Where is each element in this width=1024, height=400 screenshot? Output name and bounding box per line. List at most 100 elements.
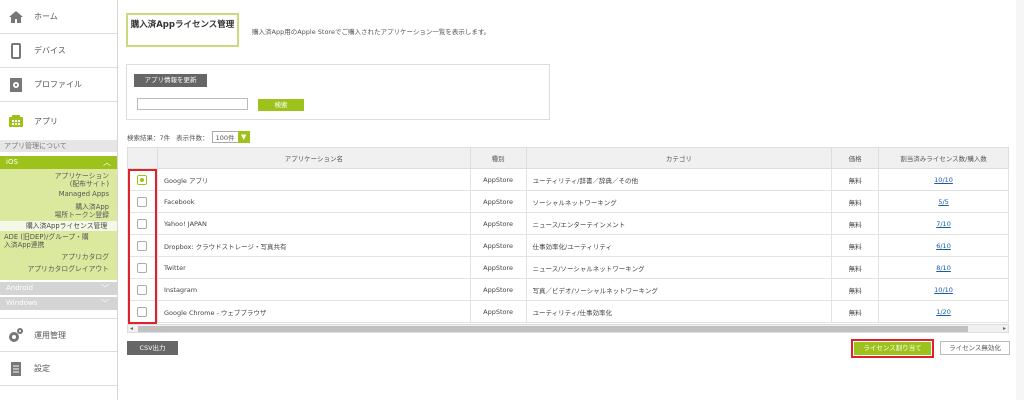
disable-license-button[interactable]: ライセンス無効化 <box>940 341 1010 355</box>
cell-category: ソーシャルネットワーキング <box>525 190 833 213</box>
license-count-link[interactable]: 1/20 <box>936 308 951 316</box>
result-count: 検索結果：7件 <box>127 134 171 142</box>
cell-licenses: 10/10 <box>878 278 1009 301</box>
cell-price: 無料 <box>831 212 880 235</box>
nav-operation-label: 運用管理 <box>34 330 66 340</box>
cell-type: AppStore <box>469 212 527 235</box>
assign-license-button[interactable]: ライセンス割り当て <box>854 342 931 355</box>
cell-app-name: Google Chrome - ウェブブラウザ <box>156 300 471 323</box>
cell-price: 無料 <box>831 168 880 191</box>
cell-licenses: 1/20 <box>878 300 1009 323</box>
per-page-label: 表示件数： <box>176 134 209 142</box>
nav-settings-label: 設定 <box>34 364 50 373</box>
cell-licenses: 10/10 <box>878 168 1009 191</box>
cell-type: AppStore <box>469 234 527 257</box>
sidebar: ホーム デバイス プロファイル アプリ アプリ管理について iOS ︿ アプリケ… <box>0 0 118 400</box>
table-row[interactable]: Yahoo! JAPAN AppStore ニュース/エンターテインメント 無料 7/1… <box>127 212 1009 235</box>
cell-category: 仕事効率化/ユーティリティ <box>525 234 833 257</box>
cell-app-name: Google アプリ <box>156 168 471 191</box>
nav-settings[interactable]: 設定 <box>0 352 117 386</box>
app-grid-icon <box>8 113 24 129</box>
page-description: 購入済App用のApple Storeでご購入されたアプリケーション一覧を表示し… <box>252 28 491 36</box>
header-type[interactable]: 種別 <box>469 147 527 169</box>
header-licenses[interactable]: 割当済みライセンス数/購入数 <box>878 147 1009 169</box>
dropdown-arrow-icon: ▼ <box>237 131 250 143</box>
table-row[interactable]: Google アプリ AppStore ユーティリティ/辞書／辞典／その他 無料 10/… <box>127 168 1009 191</box>
header-price[interactable]: 価格 <box>831 147 880 169</box>
home-icon <box>8 9 24 25</box>
cell-category: ユーティリティ/仕事効率化 <box>525 300 833 323</box>
header-checkbox-col <box>127 147 158 169</box>
windows-section-header[interactable]: Windows ﹀ <box>0 297 117 310</box>
nav-profile[interactable]: プロファイル <box>0 68 117 102</box>
table-row[interactable]: Dropbox: クラウドストレージ・写真共有 AppStore 仕事効率化/ユーテ… <box>127 234 1009 257</box>
submenu-applications[interactable]: アプリケーション (配布サイト) <box>0 171 117 189</box>
submenu-catalog-layout[interactable]: アプリカタログレイアウト <box>0 262 117 278</box>
cell-price: 無料 <box>831 234 880 257</box>
cell-category: ニュース/エンターテインメント <box>525 212 833 235</box>
submenu-app-catalog[interactable]: アプリカタログ <box>0 250 117 262</box>
chevron-up-icon: ︿ <box>103 158 111 167</box>
nav-app-label: アプリ <box>34 116 58 126</box>
submenu-license-management[interactable]: 購入済Appライセンス管理 <box>0 221 117 231</box>
scroll-left-icon[interactable]: ◂ <box>130 325 133 332</box>
android-section-header[interactable]: Android ﹀ <box>0 282 117 295</box>
assign-button-highlight: ライセンス割り当て <box>851 339 934 358</box>
nav-profile-label: プロファイル <box>34 80 82 89</box>
cell-price: 無料 <box>831 190 880 213</box>
gears-icon <box>8 327 24 343</box>
license-count-link[interactable]: 5/5 <box>938 198 948 206</box>
license-count-link[interactable]: 10/10 <box>934 176 953 184</box>
table-row[interactable]: Twitter AppStore ニュース/ソーシャルネットワーキング 無料 8/10 <box>127 256 1009 279</box>
submenu-managed-apps[interactable]: Managed Apps <box>0 189 117 199</box>
submenu-location-token[interactable]: 購入済App 場所トークン登録 <box>0 199 117 220</box>
horizontal-scrollbar[interactable]: ◂ ▸ <box>127 324 1009 333</box>
cell-licenses: 5/5 <box>878 190 1009 213</box>
table-row[interactable]: Facebook AppStore ソーシャルネットワーキング 無料 5/5 <box>127 190 1009 213</box>
license-count-link[interactable]: 10/10 <box>934 286 953 294</box>
csv-export-button[interactable]: CSV出力 <box>127 341 178 355</box>
table-row[interactable]: Instagram AppStore 写真／ビデオ/ソーシャルネットワーキング 無料 1… <box>127 278 1009 301</box>
chevron-down-icon: ﹀ <box>101 284 109 293</box>
submenu-ade-link[interactable]: ADE (旧DEP)/グループ・購 入済App連携 <box>0 232 117 250</box>
cell-price: 無料 <box>831 300 880 323</box>
header-app-name[interactable]: アプリケーション名 <box>156 147 471 169</box>
nav-home[interactable]: ホーム <box>0 0 117 34</box>
nav-device-label: デバイス <box>34 46 66 55</box>
scroll-right-icon[interactable]: ▸ <box>1003 325 1006 332</box>
license-table: アプリケーション名 種別 カテゴリ 価格 割当済みライセンス数/購入数 Goog… <box>127 147 1009 323</box>
nav-app[interactable]: アプリ <box>0 104 117 138</box>
ios-section-header[interactable]: iOS ︿ <box>0 156 117 169</box>
nav-home-label: ホーム <box>34 12 58 21</box>
ios-label: iOS <box>6 158 18 166</box>
smartphone-icon <box>8 42 24 59</box>
cell-app-name: Dropbox: クラウドストレージ・写真共有 <box>156 234 471 257</box>
scrollbar-thumb[interactable] <box>138 326 968 332</box>
cell-type: AppStore <box>469 168 527 191</box>
checkbox-highlight-frame <box>128 169 157 324</box>
per-page-select[interactable]: 100件 ▼ <box>211 131 250 143</box>
page-title: 購入済Appライセンス管理 <box>126 13 239 47</box>
cell-licenses: 7/10 <box>878 212 1009 235</box>
refresh-app-info-button[interactable]: アプリ情報を更新 <box>134 74 207 87</box>
nav-operation[interactable]: 運用管理 <box>0 318 117 352</box>
header-category[interactable]: カテゴリ <box>525 147 833 169</box>
app-management-about[interactable]: アプリ管理について <box>0 140 117 152</box>
table-row[interactable]: Google Chrome - ウェブブラウザ AppStore ユーティリティ/仕… <box>127 300 1009 323</box>
search-input[interactable] <box>137 98 248 110</box>
table-body: Google アプリ AppStore ユーティリティ/辞書／辞典／その他 無料 10/… <box>127 168 1009 323</box>
cell-licenses: 6/10 <box>878 234 1009 257</box>
vertical-scrollbar[interactable] <box>1016 0 1024 400</box>
ios-submenu: アプリケーション (配布サイト) Managed Apps 購入済App 場所ト… <box>0 169 117 280</box>
table-header-row: アプリケーション名 種別 カテゴリ 価格 割当済みライセンス数/購入数 <box>127 147 1009 169</box>
license-count-link[interactable]: 6/10 <box>936 242 951 250</box>
license-count-link[interactable]: 8/10 <box>936 264 951 272</box>
nav-device[interactable]: デバイス <box>0 34 117 68</box>
cell-type: AppStore <box>469 256 527 279</box>
license-count-link[interactable]: 7/10 <box>936 220 951 228</box>
search-button[interactable]: 検索 <box>258 99 304 111</box>
chevron-down-icon: ﹀ <box>101 299 109 308</box>
cell-app-name: Twitter <box>156 256 471 279</box>
cell-type: AppStore <box>469 278 527 301</box>
cell-price: 無料 <box>831 278 880 301</box>
